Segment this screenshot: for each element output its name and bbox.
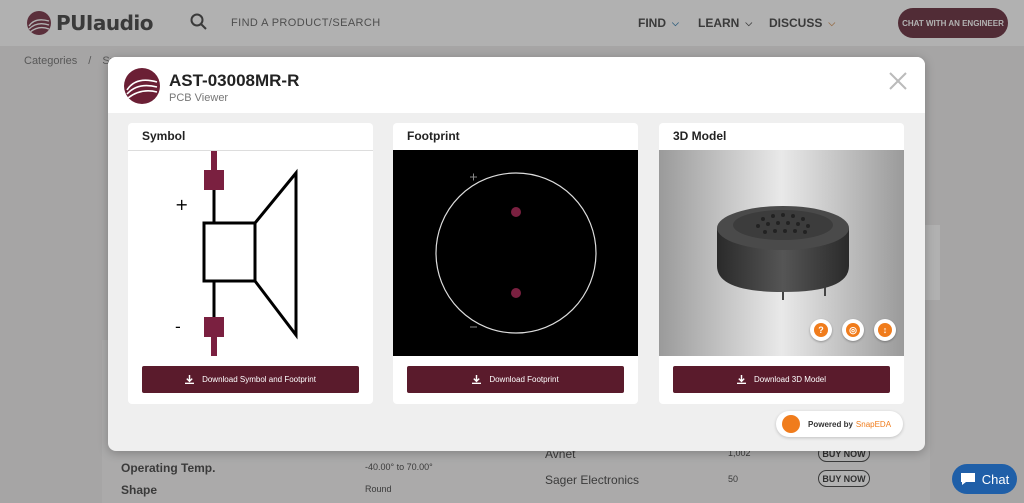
plus-terminal-label: +	[175, 195, 188, 214]
download-button-label: Download 3D Model	[753, 375, 827, 384]
symbol-card: Symbol + - Download Symbol and Footprint	[128, 123, 373, 404]
download-icon	[185, 375, 195, 384]
orientation-icon: ↕	[878, 323, 892, 337]
download-icon	[736, 375, 746, 384]
card-title: Footprint	[407, 129, 460, 143]
reset-view-button[interactable]: ◎	[842, 319, 864, 341]
model-3d-view[interactable]: ? ◎ ↕	[659, 150, 904, 356]
download-button-label: Download Footprint	[489, 375, 559, 384]
footprint-diagram	[435, 172, 597, 334]
footprint-view	[393, 150, 638, 356]
reset-view-icon: ◎	[846, 323, 860, 337]
download-3d-model-button[interactable]: Download 3D Model	[673, 366, 890, 393]
powered-by-snapeda-badge[interactable]: Powered by SnapEDA	[776, 411, 903, 437]
download-footprint-button[interactable]: Download Footprint	[407, 366, 624, 393]
footprint-card: Footprint Download Footprint	[393, 123, 638, 404]
snapeda-logo-icon	[782, 415, 800, 433]
modal-subtitle: PCB Viewer	[169, 92, 229, 104]
modal-header: AST-03008MR-R PCB Viewer	[108, 57, 925, 113]
chat-widget-button[interactable]: Chat	[952, 464, 1017, 494]
symbol-view: + -	[128, 150, 373, 356]
chat-bubble-icon	[960, 473, 975, 485]
powered-by-label: Powered by	[808, 419, 853, 429]
download-icon	[472, 375, 482, 384]
speaker-symbol-diagram: + -	[175, 151, 298, 356]
help-icon: ?	[814, 323, 828, 337]
speaker-3d-model	[717, 206, 849, 300]
minus-terminal-label: -	[175, 317, 181, 336]
download-button-label: Download Symbol and Footprint	[202, 375, 316, 384]
card-title: 3D Model	[673, 129, 727, 143]
download-symbol-footprint-button[interactable]: Download Symbol and Footprint	[142, 366, 359, 393]
help-button[interactable]: ?	[810, 319, 832, 341]
model-3d-card: 3D Model ? ◎ ↕ Download 3D Model	[659, 123, 904, 404]
pcb-viewer-modal: AST-03008MR-R PCB Viewer Symbol + - Down…	[108, 57, 925, 451]
modal-logo-icon	[124, 68, 160, 104]
snapeda-brand: SnapEDA	[855, 419, 892, 429]
card-title: Symbol	[142, 129, 186, 143]
close-icon[interactable]	[888, 71, 908, 91]
chat-widget-label: Chat	[981, 471, 1010, 487]
modal-title: AST-03008MR-R	[169, 71, 300, 90]
orientation-button[interactable]: ↕	[874, 319, 896, 341]
